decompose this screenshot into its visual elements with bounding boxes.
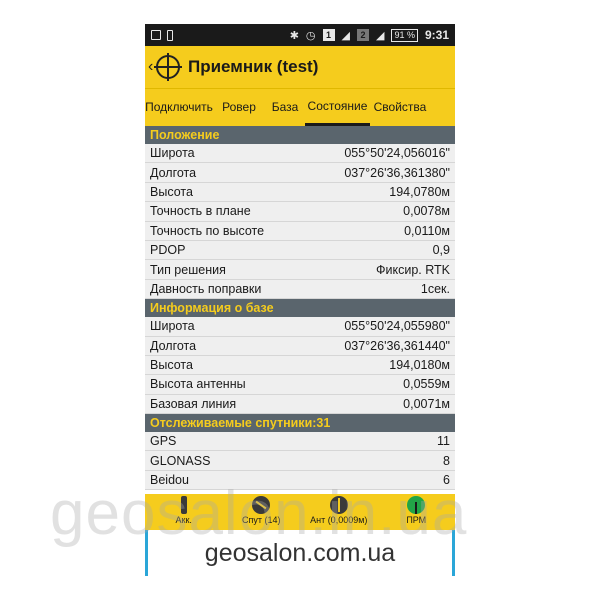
list-item: Высота 194,0780м [145,182,455,203]
row-label: Beidou [150,473,189,488]
row-value: 194,0180м [389,358,450,373]
sim1-icon: 1 [322,29,335,41]
tab-base[interactable]: База [265,89,305,126]
row-value: 6 [443,473,450,488]
crosshair-logo-icon[interactable] [156,55,180,79]
list-item: Beidou 6 [145,470,455,491]
row-label: Высота [150,184,193,199]
list-item: Базовая линия 0,0071м [145,394,455,415]
status-list[interactable]: Положение Широта 055°50'24,056016" Долгот… [145,126,455,491]
tab-bar: Подключить Ровер База Состояние Свойства [145,88,455,126]
signal-icon: ◢ [341,29,350,42]
list-item: Долгота 037°26'36,361440" [145,336,455,356]
row-value: 037°26'36,361380" [344,165,450,180]
row-label: Давность поправки [150,281,262,296]
row-value: 0,0559м [403,377,450,392]
row-value: 0,0110м [404,223,450,238]
row-value: 055°50'24,055980" [344,319,450,334]
list-item: Тип решения Фиксир. RTK [145,260,455,280]
antenna-button-label: Ант (0,0009м) [310,515,368,525]
page-title: Приемник (test) [188,57,319,76]
tab-rover[interactable]: Ровер [213,89,265,126]
list-item: Высота антенны 0,0559м [145,375,455,395]
list-item: Широта 055°50'24,056016" [145,144,455,164]
row-label: Высота [150,358,193,373]
row-value: Фиксир. RTK [376,262,450,277]
receiver-button-label: ПРМ [406,515,427,525]
list-item: PDOP 0,9 [145,240,455,261]
alarm-icon: ◷ [305,29,316,42]
list-item: GPS 11 [145,432,455,452]
row-value: 1сек. [420,281,450,296]
antenna-pole-icon [329,496,348,514]
battery-icon [180,496,187,514]
row-label: Широта [150,319,195,334]
row-label: Долгота [150,165,197,180]
row-label: GPS [150,434,177,449]
row-value: 037°26'36,361440" [344,338,450,353]
ad-banner[interactable]: geosalon.com.ua [145,530,455,576]
status-bar: ✱ ◷ 1 ◢ 2 ◢ 91 % 9:31 [145,24,455,46]
row-value: 0,9 [432,243,450,258]
row-value: 055°50'24,056016" [344,146,450,161]
bottom-toolbar: Акк. Спут (14) Ант (0,0009м) ПРМ [145,494,455,530]
satellites-button[interactable]: Спут (14) [226,496,296,525]
satellite-icon [252,496,271,514]
list-item: Точность в плане 0,0078м [145,202,455,222]
clock: 9:31 [424,28,449,42]
row-value: 194,0780м [389,184,450,199]
row-value: 11 [437,434,450,449]
row-value: 8 [443,453,450,468]
satellites-button-label: Спут (14) [241,515,281,525]
battery-button-label: Акк. [175,515,192,525]
row-label: Тип решения [150,262,226,277]
battery-level: 91 % [391,28,418,42]
sim2-icon: 2 [356,29,369,41]
battery-button[interactable]: Акк. [149,496,219,525]
list-item: Долгота 037°26'36,361380" [145,163,455,183]
bluetooth-icon: ✱ [289,29,299,42]
antenna-button[interactable]: Ант (0,0009м) [304,496,374,525]
tab-connect[interactable]: Подключить [145,89,213,126]
tab-properties[interactable]: Свойства [370,89,430,126]
row-value: 0,0078м [403,204,450,219]
row-label: Долгота [150,338,197,353]
rtk-receiver-icon [407,496,426,514]
app-bar: ‹ Приемник (test) [145,46,455,88]
section-header-position: Положение [145,126,455,144]
list-item: GLONASS 8 [145,451,455,471]
row-label: Точность в плане [150,204,251,219]
list-item: Широта 055°50'24,055980" [145,317,455,337]
phone-screen: ✱ ◷ 1 ◢ 2 ◢ 91 % 9:31 ‹ Приемник (test) … [145,24,455,576]
receiver-button[interactable]: ПРМ [381,496,451,525]
row-label: Высота антенны [150,377,246,392]
row-label: Широта [150,146,195,161]
row-label: PDOP [150,243,186,258]
list-item: Точность по высоте 0,0110м [145,221,455,241]
image-icon [151,30,161,40]
section-header-satellites: Отслеживаемые спутники:31 [145,414,455,433]
list-item: Давность поправки 1сек. [145,279,455,300]
row-label: GLONASS [150,453,211,468]
battery-charge-icon [167,29,173,41]
section-header-base-info: Информация о базе [145,299,455,318]
row-value: 0,0071м [403,396,450,411]
row-label: Базовая линия [150,396,237,411]
ad-text: geosalon.com.ua [204,538,396,567]
row-label: Точность по высоте [150,223,265,238]
tab-status[interactable]: Состояние [305,89,370,126]
signal-icon: ◢ [375,29,385,42]
list-item: Высота 194,0180м [145,355,455,376]
